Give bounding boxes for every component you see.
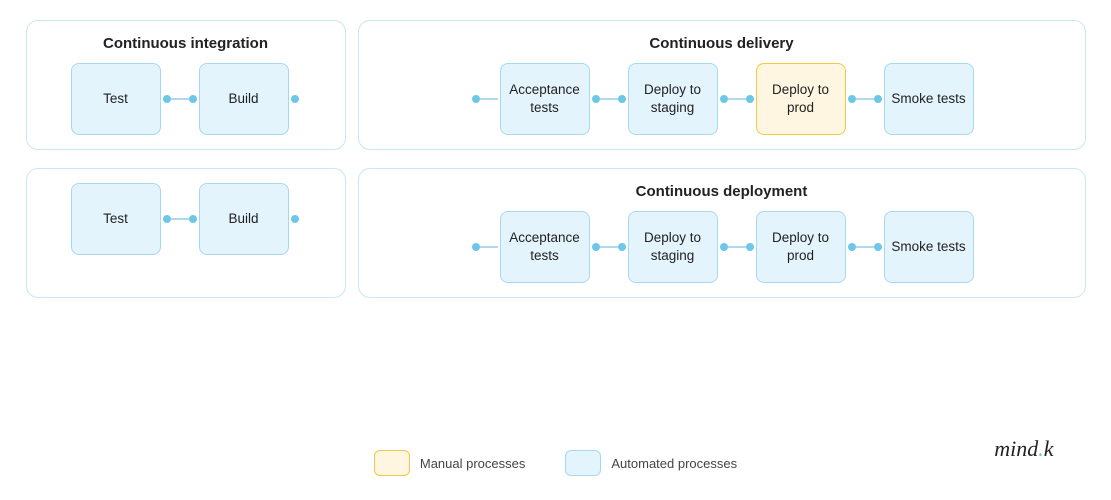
cdeploy-conn-3 bbox=[846, 243, 884, 251]
cdeploy-dot-start bbox=[472, 243, 480, 251]
main-container: Continuous integration Test Build bbox=[26, 20, 1086, 480]
ci-panel-2: Test Build bbox=[26, 168, 346, 298]
cd-conn-3 bbox=[846, 95, 884, 103]
cdeploy-conn-start bbox=[470, 243, 500, 251]
box-test-2: Test bbox=[71, 183, 161, 255]
legend-row: Manual processes Automated processes bbox=[26, 450, 1086, 480]
cd-dot-3a bbox=[848, 95, 856, 103]
box-deploy-staging-1: Deploy to staging bbox=[628, 63, 718, 135]
dot-1c bbox=[291, 95, 299, 103]
cd-title-area: Continuous delivery bbox=[375, 35, 1069, 53]
box-acceptance-2: Acceptance tests bbox=[500, 211, 590, 283]
cd-line-3a bbox=[856, 98, 874, 100]
cd-dot-2b bbox=[746, 95, 754, 103]
box-build-1: Build bbox=[199, 63, 289, 135]
legend-box-yellow bbox=[374, 450, 410, 476]
cd-connector-start bbox=[470, 95, 500, 103]
connector-1b bbox=[289, 95, 301, 103]
ci-boxes-row-1: Test Build bbox=[43, 63, 329, 135]
cd-conn-2 bbox=[718, 95, 756, 103]
legend-box-blue bbox=[565, 450, 601, 476]
dot-2c bbox=[291, 215, 299, 223]
legend-automated: Automated processes bbox=[565, 450, 737, 476]
box-deploy-prod-1: Deploy to prod bbox=[756, 63, 846, 135]
dot-2b bbox=[189, 215, 197, 223]
box-smoke-2: Smoke tests bbox=[884, 211, 974, 283]
box-deploy-staging-2: Deploy to staging bbox=[628, 211, 718, 283]
cdeploy-boxes-row: Acceptance tests Deploy to staging bbox=[375, 211, 1069, 283]
box-smoke-1: Smoke tests bbox=[884, 63, 974, 135]
dot-2a bbox=[163, 215, 171, 223]
cd-dot-start bbox=[472, 95, 480, 103]
cd-conn-1 bbox=[590, 95, 628, 103]
logo-dot: . bbox=[1038, 436, 1044, 461]
cd-dot-1b bbox=[618, 95, 626, 103]
rows-area: Continuous integration Test Build bbox=[26, 20, 1086, 440]
cdeploy-line-1a bbox=[600, 246, 618, 248]
cd-dot-3b bbox=[874, 95, 882, 103]
cdeploy-conn-1 bbox=[590, 243, 628, 251]
cdeploy-panel: Continuous deployment Acceptance tests bbox=[358, 168, 1086, 298]
connector-2b bbox=[289, 215, 301, 223]
cdeploy-title-area: Continuous deployment bbox=[375, 183, 1069, 201]
legend-automated-label: Automated processes bbox=[611, 456, 737, 471]
cdeploy-dot-2a bbox=[720, 243, 728, 251]
logo: mind.k bbox=[994, 436, 1053, 462]
line-2a bbox=[171, 218, 189, 220]
cd-line-1a bbox=[600, 98, 618, 100]
cd-title-1: Continuous delivery bbox=[649, 35, 793, 52]
cd-line-2a bbox=[728, 98, 746, 100]
dot-1b bbox=[189, 95, 197, 103]
cdeploy-dot-2b bbox=[746, 243, 754, 251]
cd-panel-1: Continuous delivery Acceptance tests bbox=[358, 20, 1086, 150]
box-build-2: Build bbox=[199, 183, 289, 255]
legend-manual-label: Manual processes bbox=[420, 456, 526, 471]
connector-2a bbox=[161, 215, 199, 223]
cdeploy-dot-3a bbox=[848, 243, 856, 251]
dot-1a bbox=[163, 95, 171, 103]
box-deploy-prod-2: Deploy to prod bbox=[756, 211, 846, 283]
cd-boxes-row-1: Acceptance tests Deploy to staging bbox=[375, 63, 1069, 135]
cdeploy-line-3a bbox=[856, 246, 874, 248]
cdeploy-title: Continuous deployment bbox=[636, 183, 808, 200]
cd-dot-1a bbox=[592, 95, 600, 103]
cd-line-start bbox=[480, 98, 498, 100]
cdeploy-dot-1a bbox=[592, 243, 600, 251]
cdeploy-dot-3b bbox=[874, 243, 882, 251]
cdeploy-line-start bbox=[480, 246, 498, 248]
line-1a bbox=[171, 98, 189, 100]
box-test-1: Test bbox=[71, 63, 161, 135]
cdeploy-line-2a bbox=[728, 246, 746, 248]
ci-title-area: Continuous integration bbox=[43, 35, 329, 53]
row-2: Test Build Con bbox=[26, 168, 1086, 298]
box-acceptance-1: Acceptance tests bbox=[500, 63, 590, 135]
cdeploy-conn-2 bbox=[718, 243, 756, 251]
ci-panel-1: Continuous integration Test Build bbox=[26, 20, 346, 150]
ci-title-1: Continuous integration bbox=[103, 35, 268, 52]
connector-1a bbox=[161, 95, 199, 103]
page-wrapper: Continuous integration Test Build bbox=[26, 20, 1086, 480]
row-1: Continuous integration Test Build bbox=[26, 20, 1086, 150]
legend-manual: Manual processes bbox=[374, 450, 526, 476]
ci-boxes-row-2: Test Build bbox=[43, 183, 329, 255]
cdeploy-dot-1b bbox=[618, 243, 626, 251]
cd-dot-2a bbox=[720, 95, 728, 103]
